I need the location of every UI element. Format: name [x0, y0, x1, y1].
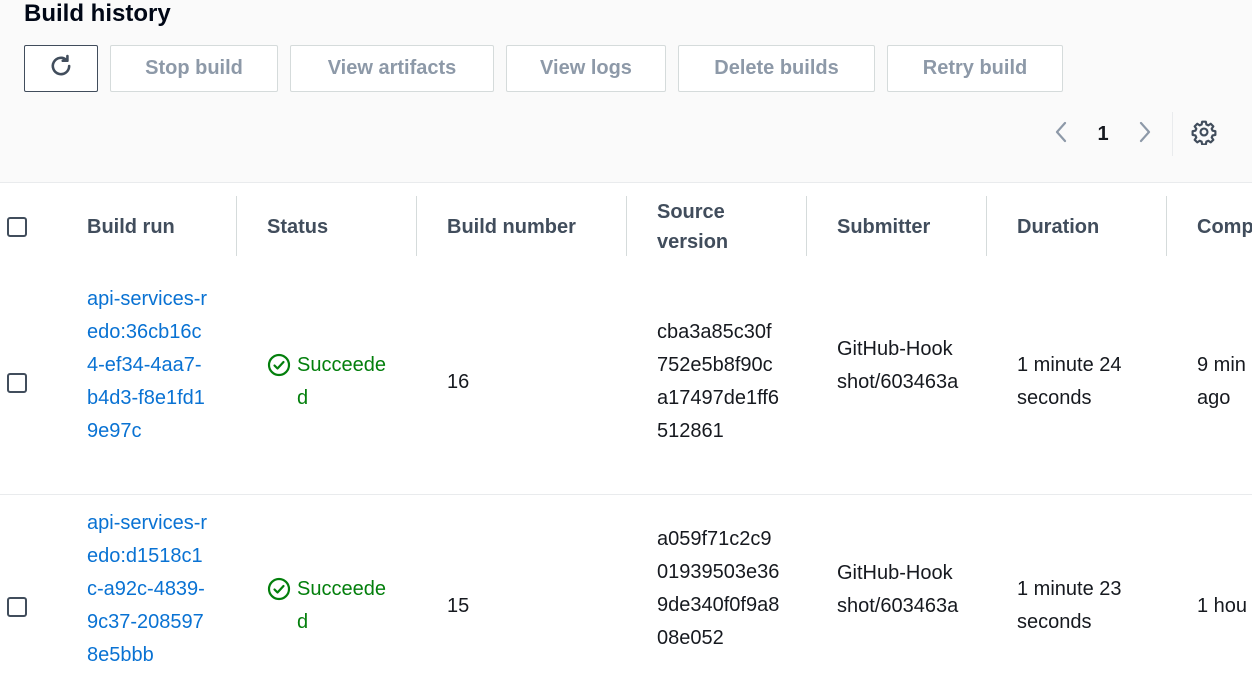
duration: 1 minute 24 seconds	[1017, 354, 1122, 409]
table-header: Build run Status Build number Source ver…	[0, 183, 1252, 272]
column-divider[interactable]	[1166, 196, 1167, 256]
next-page-button[interactable]	[1134, 120, 1156, 148]
submitter: GitHub-Hookshot/603463a	[837, 562, 959, 617]
submitter: GitHub-Hookshot/603463a	[837, 338, 959, 393]
retry-build-button[interactable]: Retry build	[887, 45, 1063, 92]
column-header-build-run[interactable]: Build run	[87, 183, 175, 271]
column-header-duration[interactable]: Duration	[1017, 183, 1099, 271]
row-select-checkbox[interactable]	[7, 373, 27, 393]
view-logs-button[interactable]: View logs	[506, 45, 666, 92]
preferences-button[interactable]	[1190, 120, 1218, 148]
table-row: api-services-redo:d1518c1c-a92c-4839-9c3…	[0, 495, 1252, 700]
column-header-status[interactable]: Status	[267, 183, 328, 271]
build-run-link[interactable]: api-services-redo:36cb16c4-ef34-4aa7-b4d…	[87, 283, 211, 448]
select-all-checkbox[interactable]	[7, 217, 27, 237]
column-header-source-version[interactable]: Source version	[657, 183, 767, 271]
settings-icon	[1191, 119, 1217, 150]
check-circle-icon	[267, 353, 291, 377]
column-divider[interactable]	[236, 196, 237, 256]
status-badge: Succeeded	[267, 349, 397, 415]
check-circle-icon	[267, 577, 291, 601]
chevron-right-icon	[1138, 121, 1152, 148]
refresh-button[interactable]	[24, 45, 98, 92]
source-version: a059f71c2c901939503e369de340f0f9a808e052	[657, 528, 780, 649]
status-cell: Succeeded	[267, 349, 397, 415]
header-area: Build history Stop build View artifacts …	[0, 0, 1252, 183]
current-page-number[interactable]: 1	[1092, 121, 1114, 147]
delete-builds-button[interactable]: Delete builds	[678, 45, 875, 92]
build-run-link[interactable]: api-services-redo:d1518c1c-a92c-4839-9c3…	[87, 507, 211, 672]
build-number: 16	[447, 371, 470, 393]
row-select-checkbox[interactable]	[7, 597, 27, 617]
refresh-icon	[47, 52, 75, 86]
status-text: Succeeded	[297, 578, 386, 633]
column-divider[interactable]	[626, 196, 627, 256]
duration: 1 minute 23 seconds	[1017, 578, 1122, 633]
column-divider[interactable]	[416, 196, 417, 256]
column-header-completed[interactable]: Comp	[1197, 183, 1252, 271]
status-badge: Succeeded	[267, 573, 397, 639]
column-divider[interactable]	[806, 196, 807, 256]
status-text: Succeeded	[297, 354, 386, 409]
column-header-submitter[interactable]: Submitter	[837, 183, 930, 271]
source-version: cba3a85c30f752e5b8f90ca17497de1ff6512861	[657, 321, 779, 442]
previous-page-button[interactable]	[1050, 120, 1072, 148]
column-header-build-number[interactable]: Build number	[447, 183, 576, 271]
build-number: 15	[447, 595, 470, 617]
completed-time: 1 hou	[1197, 595, 1248, 617]
table-row: api-services-redo:36cb16c4-ef34-4aa7-b4d…	[0, 271, 1252, 495]
completed-time: 9 min ago	[1197, 354, 1246, 409]
column-divider[interactable]	[986, 196, 987, 256]
page-title: Build history	[24, 0, 171, 27]
stop-build-button[interactable]: Stop build	[110, 45, 278, 92]
pagination-divider	[1172, 112, 1173, 156]
chevron-left-icon	[1054, 121, 1068, 148]
view-artifacts-button[interactable]: View artifacts	[290, 45, 494, 92]
status-cell: Succeeded	[267, 573, 397, 639]
